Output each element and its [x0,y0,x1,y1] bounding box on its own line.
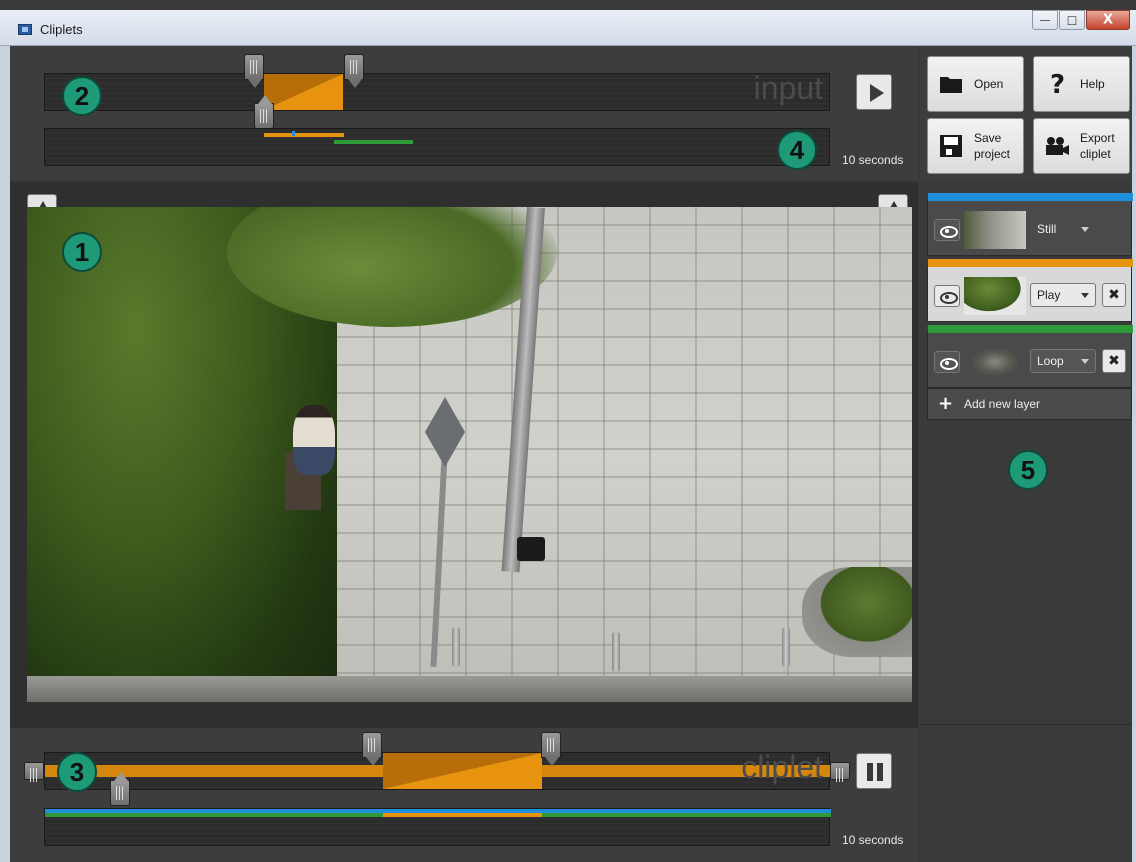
close-button[interactable]: X [1086,10,1130,30]
svg-text:?: ? [1050,71,1065,97]
save-label-line2: project [974,147,1011,161]
layer-item-still[interactable]: Still [927,193,1133,256]
input-range-start-handle[interactable] [244,54,264,88]
open-button[interactable]: Open [927,56,1024,112]
save-project-button[interactable]: Save project [927,118,1024,174]
layers-panel: Still Play ✖ Loop ✖ + Add new layer 5 [920,182,1133,722]
play-icon [870,84,884,102]
input-timeline-panel: input 10 seconds 2 4 [10,46,918,180]
video-camera-icon [1046,137,1069,155]
minimize-icon: — [1039,13,1051,27]
video-panel: 1 [10,182,918,728]
eye-icon[interactable] [934,285,960,307]
cliplet-playhead-handle[interactable] [110,772,130,806]
add-new-layer-button[interactable]: + Add new layer [927,388,1132,420]
help-button[interactable]: ? Help [1033,56,1130,112]
layer-mode-select[interactable]: Loop [1030,349,1096,373]
layer-span-loop [334,140,413,144]
title-bar: Cliplets — □ X [0,10,1136,46]
cliplet-layer-overview[interactable] [44,808,831,846]
maximize-icon: □ [1066,13,1078,27]
layer-mode-select[interactable]: Still [1030,217,1096,241]
delete-layer-button[interactable]: ✖ [1102,283,1126,307]
callout-badge-2: 2 [62,76,102,116]
help-icon: ? [1050,71,1065,97]
callout-badge-5: 5 [1008,450,1048,490]
layer-thumbnail [964,277,1026,315]
video-pole-base [517,537,545,561]
toolbar-panel: Open ? Help Save project Export cliplet [920,46,1132,180]
add-new-layer-label: Add new layer [964,397,1041,411]
video-bollard [782,627,790,667]
close-icon: X [1102,12,1114,28]
chevron-down-icon [1081,293,1089,298]
save-project-label: Save project [974,130,1010,162]
cliplet-selection-range[interactable] [383,753,542,789]
cliplet-start-handle[interactable] [24,762,44,782]
cliplet-range-start-handle[interactable] [362,732,382,766]
save-label-line1: Save [974,131,1002,145]
eye-icon[interactable] [934,219,960,241]
layer-mode-select[interactable]: Play [1030,283,1096,307]
layer-thumbnail [964,211,1026,249]
chevron-down-icon [1081,227,1089,232]
input-layer-overview[interactable] [44,128,830,166]
input-duration-label: 10 seconds [842,153,904,167]
layer-item-play[interactable]: Play ✖ [927,259,1133,322]
save-icon [940,135,962,157]
layer-thumbnail [964,343,1026,381]
cliplet-duration-label: 10 seconds [842,833,904,847]
delete-layer-button[interactable]: ✖ [1102,349,1126,373]
layer-span-play [264,133,344,137]
callout-badge-4: 4 [777,130,817,170]
layer-mode-value: Still [1037,222,1057,236]
help-label: Help [1080,77,1105,91]
input-playhead-handle[interactable] [254,95,274,129]
cliplet-end-handle[interactable] [830,762,850,782]
video-preview[interactable] [27,207,912,702]
input-selection-range[interactable] [264,74,343,110]
video-curb [27,676,912,702]
pause-button[interactable] [856,753,892,789]
app-icon [18,24,32,35]
maximize-button[interactable]: □ [1059,10,1085,30]
cliplet-track[interactable]: cliplet [44,749,831,790]
layer-span-play [383,813,542,817]
cliplet-range-end-handle[interactable] [541,732,561,766]
layer-mode-value: Loop [1037,354,1064,368]
window-title: Cliplets [40,22,83,37]
video-planter [802,567,912,657]
input-track[interactable]: input [44,70,830,111]
video-bollard [452,627,460,667]
empty-side-panel [920,724,1132,862]
export-label-line2: cliplet [1080,147,1111,161]
layer-color-bar [928,325,1133,333]
cliplet-track-label: cliplet [741,749,823,785]
open-label: Open [974,77,1004,91]
export-cliplet-button[interactable]: Export cliplet [1033,118,1130,174]
layer-mode-value: Play [1037,288,1061,302]
cliplet-timeline-panel: cliplet 10 seconds 3 [10,728,918,862]
layer-item-loop[interactable]: Loop ✖ [927,325,1133,388]
eye-icon[interactable] [934,351,960,373]
layer-color-bar [928,193,1133,201]
minimize-button[interactable]: — [1032,10,1058,30]
chevron-down-icon [1081,359,1089,364]
window-right-border [1132,46,1136,862]
folder-icon [940,77,962,93]
play-button[interactable] [856,74,892,110]
input-range-end-handle[interactable] [344,54,364,88]
export-label-line1: Export [1080,131,1115,145]
plus-icon: + [938,393,954,414]
video-bollard [612,632,620,672]
input-track-label: input [753,70,823,106]
callout-badge-1: 1 [62,232,102,272]
window-left-border [0,46,10,862]
export-cliplet-label: Export cliplet [1080,130,1115,162]
callout-badge-3: 3 [57,752,97,792]
layer-color-bar [928,259,1133,267]
layer-span-still [292,131,295,136]
video-person [293,405,335,475]
window-controls: — □ X [1031,10,1130,34]
